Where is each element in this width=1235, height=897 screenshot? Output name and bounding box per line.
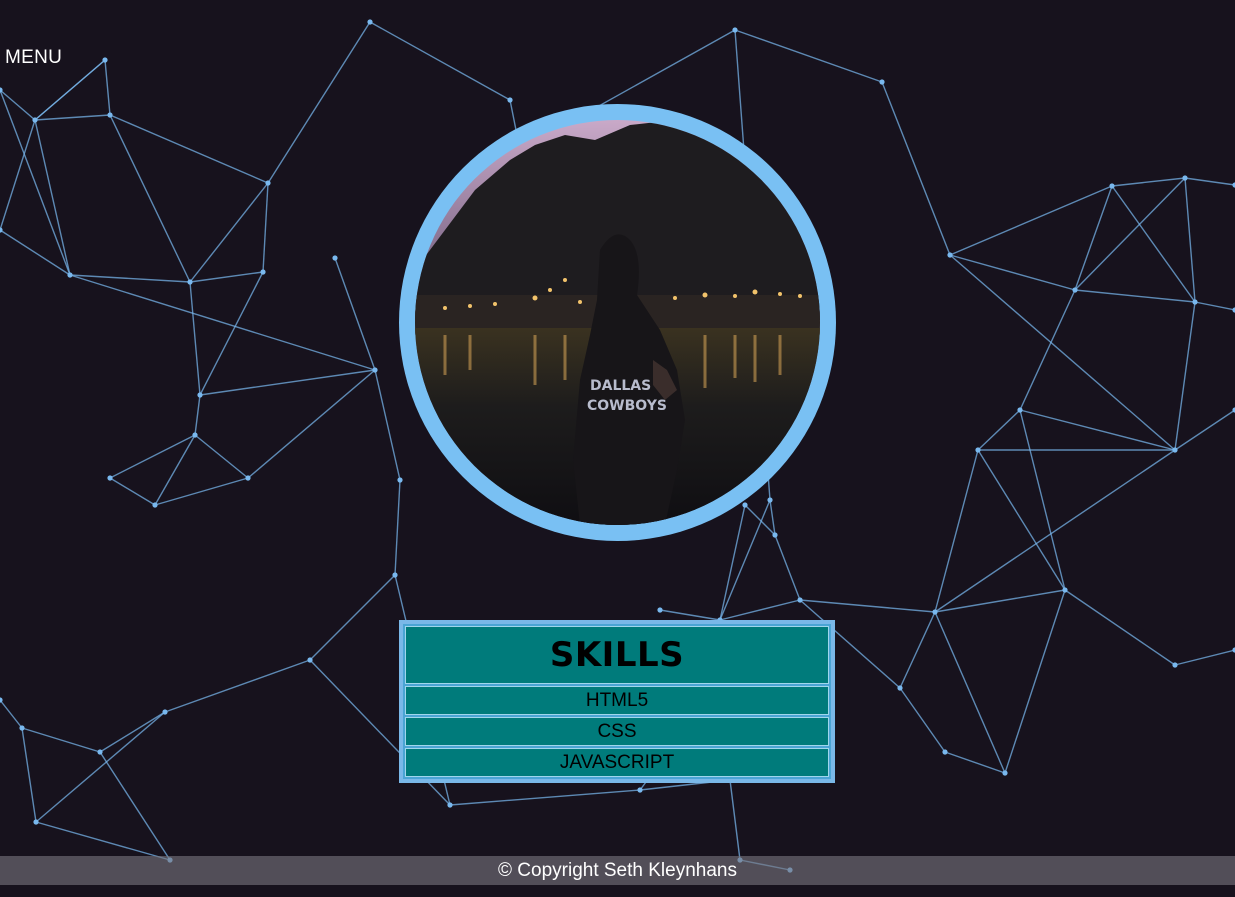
svg-text:COWBOYS: COWBOYS [587, 398, 667, 414]
copyright-text: © Copyright Seth Kleynhans [498, 859, 737, 881]
footer: © Copyright Seth Kleynhans [0, 856, 1235, 885]
skills-table: SKILLS HTML5 CSS JAVASCRIPT [399, 620, 835, 783]
skill-item-javascript: JAVASCRIPT [405, 748, 829, 777]
menu-button[interactable]: MENU [5, 47, 62, 69]
page: MENU DALLAS COWBOYS SKILLS HTML5 CSS JAV… [0, 0, 1235, 897]
skill-item-html5: HTML5 [405, 686, 829, 715]
skills-title: SKILLS [405, 626, 829, 684]
profile-photo: DALLAS COWBOYS [415, 120, 820, 525]
skill-item-css: CSS [405, 717, 829, 746]
svg-text:DALLAS: DALLAS [590, 378, 651, 394]
